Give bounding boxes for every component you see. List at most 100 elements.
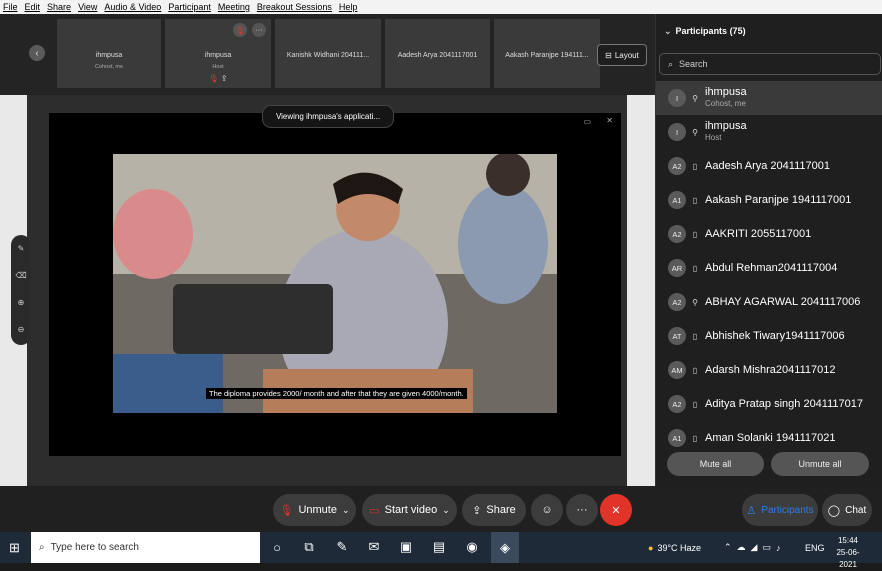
avatar: A2 [668, 225, 686, 243]
menu-share[interactable]: Share [47, 2, 71, 12]
speaker-icon: ♪ [775, 542, 781, 553]
muted-mic-icon: 🎙 [233, 23, 247, 37]
system-tray-icons[interactable]: ⌃ ☁ ◢ ▭ ♪ [724, 532, 780, 563]
reactions-button[interactable]: ☺ [531, 494, 563, 526]
windows-start-icon[interactable]: ⊞ [9, 540, 20, 556]
more-label: ··· [576, 504, 588, 516]
zoom-out-icon[interactable]: ⊖ [11, 316, 31, 343]
participant-row[interactable]: A2 ▯ AAKRITI 2055117001 [656, 217, 882, 251]
share-button[interactable]: ⇪ Share [462, 494, 526, 526]
participant-name: ABHAY AGARWAL 2041117006 [705, 296, 861, 308]
start-video-label: Start video [384, 504, 438, 516]
participant-role: Cohost, me [705, 99, 746, 108]
participant-name: Abdul Rehman2041117004 [705, 262, 838, 274]
avatar: A1 [668, 191, 686, 209]
zoom-in-icon[interactable]: ⊕ [11, 289, 31, 316]
avatar: I [668, 89, 686, 107]
annotation-toolbar: ✎ ⌫ ⊕ ⊖ [11, 235, 31, 345]
more-icon[interactable]: ··· [252, 23, 266, 37]
store-icon[interactable]: ▣ [397, 538, 415, 556]
participant-name: Adarsh Mishra2041117012 [705, 364, 836, 376]
network-icon: ◢ [750, 542, 758, 552]
device-icon: ▯ [692, 399, 698, 409]
mail-icon[interactable]: ✉ [365, 538, 383, 556]
language-indicator[interactable]: ENG [805, 532, 825, 563]
participant-row[interactable]: A2 ▯ Aadesh Arya 2041117001 [656, 149, 882, 183]
mute-all-button[interactable]: Mute all [667, 452, 764, 476]
participant-name: Aadesh Arya 2041117001 [705, 160, 830, 172]
unmute-button[interactable]: 🎙 Unmute ⌄ [273, 494, 356, 526]
strip-prev-button[interactable]: ‹ [29, 45, 45, 61]
participant-search-input[interactable]: ⌕ Search [659, 53, 881, 75]
menu-edit[interactable]: Edit [25, 2, 41, 12]
viewing-banner[interactable]: Viewing ihmpusa's applicati... [262, 105, 394, 128]
muted-mic-icon: 🎙 [279, 504, 294, 517]
share-label: Share [486, 504, 516, 516]
device-icon: ▯ [692, 331, 698, 341]
menu-help[interactable]: Help [339, 2, 358, 12]
leave-meeting-button[interactable]: ✕ [600, 494, 632, 526]
participant-row[interactable]: AT ▯ Abhishek Tiwary1941117006 [656, 319, 882, 353]
unmute-all-button[interactable]: Unmute all [771, 452, 869, 476]
menu-breakout-sessions[interactable]: Breakout Sessions [257, 2, 332, 12]
clock[interactable]: 15:44 25-06-2021 [828, 535, 868, 571]
video-tile[interactable]: Aakash Paranjpe 194111... [494, 19, 600, 88]
video-tile[interactable]: 🎙 ··· ihmpusa Host 🎙 ⇪ [165, 19, 271, 88]
menu-participant[interactable]: Participant [168, 2, 211, 12]
close-icon[interactable]: ✕ [606, 116, 613, 125]
battery-icon: ▭ [762, 542, 771, 552]
participant-name: Aman Solanki 1941117021 [705, 432, 836, 444]
start-video-button[interactable]: ▭ Start video ⌄ [362, 494, 457, 526]
task-view-icon[interactable]: ⧉ [300, 538, 318, 556]
chat-button[interactable]: ◯ Chat [822, 494, 872, 526]
video-tile[interactable]: Kanishk Widhani 204111... [275, 19, 381, 88]
participant-row[interactable]: I ⚲ ihmpusa Host [656, 115, 882, 149]
tile-role: Host [212, 64, 224, 70]
menu-view[interactable]: View [78, 2, 97, 12]
participant-row[interactable]: A1 ▯ Aman Solanki 1941117021 [656, 421, 882, 455]
search-icon: ⌕ [39, 542, 45, 553]
more-options-button[interactable]: ··· [566, 494, 598, 526]
tile-name: ihmpusa [204, 52, 232, 59]
app-icon[interactable]: ✎ [333, 538, 351, 556]
device-icon: ▯ [692, 263, 698, 273]
participant-role: Host [705, 133, 722, 142]
share-icon: ⇪ [472, 504, 482, 517]
avatar: I [668, 123, 686, 141]
participant-row[interactable]: AM ▯ Adarsh Mishra2041117012 [656, 353, 882, 387]
participant-row[interactable]: A2 ⚲ ABHAY AGARWAL 2041117006 [656, 285, 882, 319]
participants-toggle-button[interactable]: ♙ Participants [742, 494, 818, 526]
smiley-icon: ☺ [541, 504, 553, 516]
video-tile[interactable]: ihmpusa Cohost, me [57, 19, 161, 88]
clock-time: 15:44 [837, 536, 859, 545]
video-tile[interactable]: Aadesh Arya 2041117001 [385, 19, 490, 88]
eraser-icon[interactable]: ⌫ [11, 262, 31, 289]
device-icon: ▯ [692, 195, 698, 205]
webex-icon[interactable]: ◈ [491, 532, 519, 563]
search-placeholder: Search [679, 59, 708, 69]
participant-row[interactable]: AR ▯ Abdul Rehman2041117004 [656, 251, 882, 285]
participants-header[interactable]: ⌄ Participants (75) [664, 26, 746, 37]
participant-row[interactable]: A2 ▯ Aditya Pratap singh 2041117017 [656, 387, 882, 421]
taskbar-search-input[interactable]: ⌕ Type here to search [31, 532, 260, 563]
cortana-icon[interactable]: ○ [268, 538, 286, 556]
layout-button[interactable]: ⊟ Layout [597, 44, 647, 66]
weather-widget[interactable]: ● 39°C Haze [648, 532, 701, 563]
participants-toggle-label: Participants [761, 504, 814, 516]
chevron-left-icon: ‹ [35, 47, 39, 59]
chrome-icon[interactable]: ◉ [463, 538, 481, 556]
video-strip: ‹ ihmpusa Cohost, me 🎙 ··· ihmpusa Host … [0, 14, 655, 95]
menu-meeting[interactable]: Meeting [218, 2, 250, 12]
video-off-icon: ▭ [369, 504, 380, 517]
minimize-icon[interactable]: ▭ [583, 117, 591, 126]
participant-row[interactable]: I ⚲ ihmpusa Cohost, me [656, 81, 882, 115]
mic-icon: ⚲ [692, 93, 698, 103]
unmute-label: Unmute [298, 504, 337, 516]
device-icon: ▯ [692, 229, 698, 239]
windows-taskbar: ⊞ ⌕ Type here to search ○ ⧉ ✎ ✉ ▣ ▤ ◉ ◈ … [0, 532, 882, 569]
menu-audio-video[interactable]: Audio & Video [104, 2, 161, 12]
menu-file[interactable]: File [3, 2, 18, 12]
participant-row[interactable]: A1 ▯ Aakash Paranjpe 1941117001 [656, 183, 882, 217]
annotate-icon[interactable]: ✎ [11, 235, 31, 262]
file-explorer-icon[interactable]: ▤ [430, 538, 448, 556]
